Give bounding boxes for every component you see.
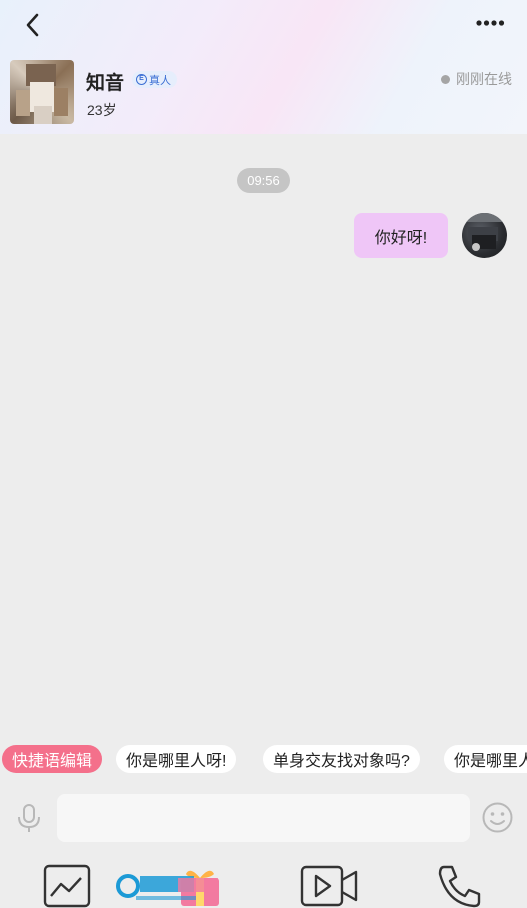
image-icon[interactable] <box>43 864 91 908</box>
peer-name: 知音 <box>86 73 125 94</box>
chat-header: 知音 E 真人 23岁 刚刚在线 <box>0 0 527 134</box>
microphone-icon[interactable] <box>14 802 44 834</box>
emoji-smile-icon[interactable] <box>481 801 514 834</box>
watermark-logo <box>116 874 218 900</box>
quick-phrase-edit-button[interactable]: 快捷语编辑 <box>2 745 103 773</box>
verified-icon: E <box>136 74 147 85</box>
verified-badge-label: 真人 <box>149 74 171 87</box>
toolbar <box>0 856 527 908</box>
video-camera-icon[interactable] <box>300 864 358 908</box>
message-timestamp: 09:56 <box>237 168 290 193</box>
self-avatar[interactable] <box>462 213 507 258</box>
message-bubble-self[interactable]: 你好呀! <box>354 213 448 258</box>
peer-age: 23岁 <box>87 102 117 118</box>
status-dot-icon <box>441 74 450 84</box>
online-status-label: 刚刚在线 <box>456 71 512 87</box>
quick-phrase-chip[interactable]: 你是哪里人 <box>444 745 527 773</box>
message-input-row <box>0 790 527 850</box>
quick-phrase-bar: 快捷语编辑 你是哪里人呀! 单身交友找对象吗? 你是哪里人 <box>0 744 527 774</box>
back-icon[interactable] <box>18 10 48 40</box>
verified-real-badge: E 真人 <box>132 71 177 88</box>
peer-avatar[interactable] <box>10 60 74 124</box>
more-dots-icon[interactable] <box>475 14 505 32</box>
quick-phrase-chip[interactable]: 单身交友找对象吗? <box>263 745 420 773</box>
phone-icon[interactable] <box>436 864 482 908</box>
quick-phrase-chip[interactable]: 你是哪里人呀! <box>116 745 237 773</box>
message-input[interactable] <box>57 794 470 842</box>
online-status: 刚刚在线 <box>441 69 512 89</box>
